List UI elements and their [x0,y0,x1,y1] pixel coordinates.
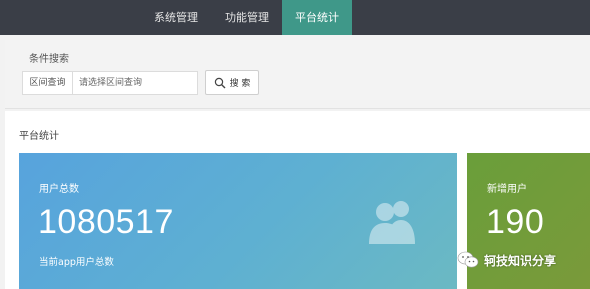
tab-system-management[interactable]: 系统管理 [143,0,209,35]
total-users-card: 用户总数 1080517 当前app用户总数 [19,153,457,289]
top-nav: 系统管理 功能管理 平台统计 [0,0,590,35]
total-users-subtitle: 当前app用户总数 [39,257,114,268]
range-query-input[interactable] [72,71,198,95]
search-section-title: 条件搜索 [29,54,69,65]
users-icon [369,201,415,244]
search-section: 条件搜索 区间查询 搜 索 [5,40,590,109]
total-users-label: 用户总数 [39,184,79,195]
watermark-text: 轲技知识分享 [484,253,557,268]
tab-function-management[interactable]: 功能管理 [213,0,281,35]
search-button-label: 搜 索 [229,79,251,89]
range-query-label: 区间查询 [22,71,73,95]
wechat-icon [457,251,479,268]
tab-platform-statistics[interactable]: 平台统计 [282,0,352,35]
total-users-value: 1080517 [38,203,174,241]
new-users-value: 190 [486,203,545,241]
search-icon [214,77,226,88]
new-users-label: 新增用户 [487,184,527,195]
watermark: 轲技知识分享 [457,251,556,269]
search-button[interactable]: 搜 索 [205,70,259,95]
stats-title: 平台统计 [19,131,59,142]
